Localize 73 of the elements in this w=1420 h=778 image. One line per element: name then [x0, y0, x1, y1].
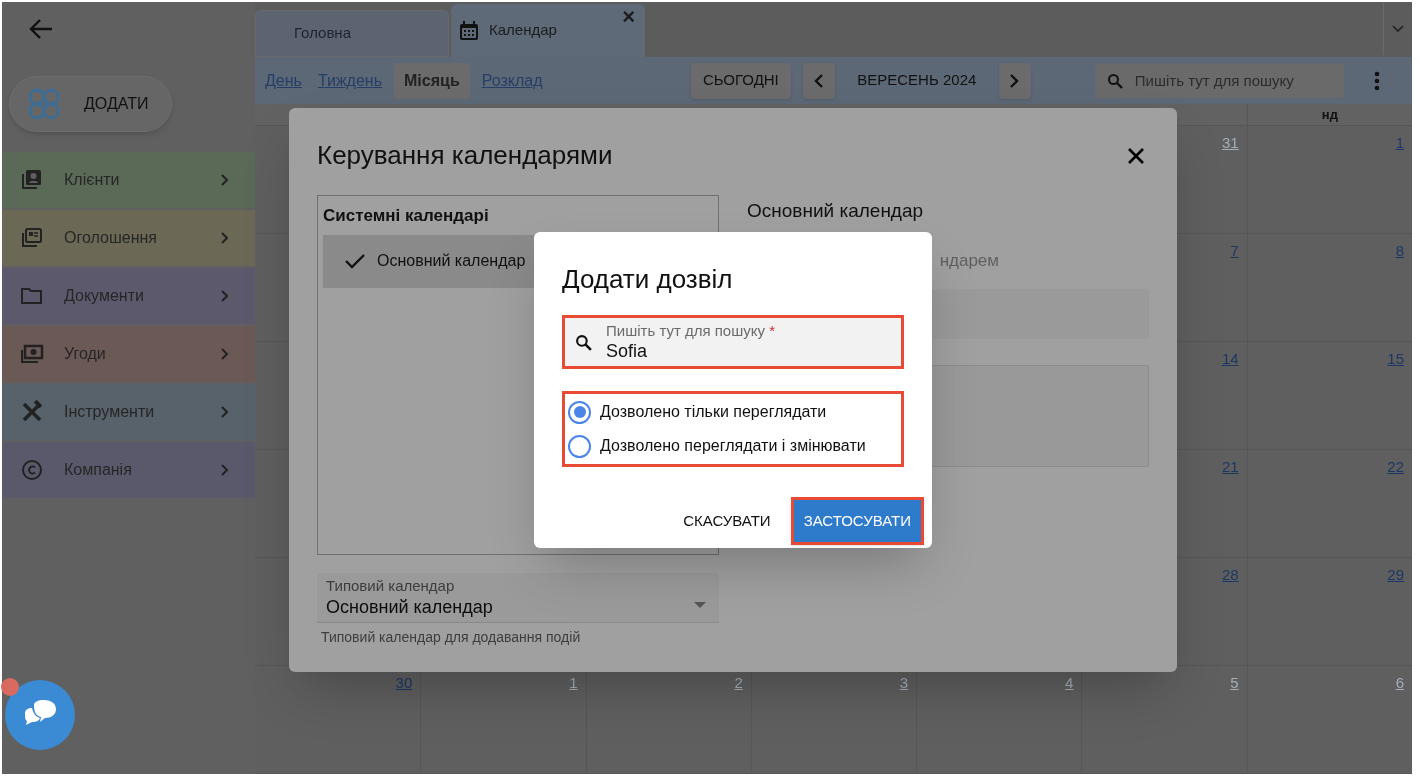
date-link[interactable]: 4: [1065, 672, 1074, 695]
sidebar-item[interactable]: Угоди: [2, 326, 255, 382]
contact-card-icon: [20, 168, 44, 192]
view-tab[interactable]: Тиждень: [313, 62, 387, 99]
default-calendar-select[interactable]: Типовий календар Основний календар: [317, 573, 719, 623]
close-tab-button[interactable]: ×: [622, 6, 635, 28]
dialog-title: Керування календарями: [317, 139, 613, 172]
chevron-down-icon: [1392, 24, 1404, 33]
chevron-right-icon: [221, 406, 229, 418]
description-text: ндарем: [939, 249, 999, 272]
apply-button[interactable]: ЗАСТОСУВАТИ: [790, 497, 924, 545]
date-link[interactable]: 30: [395, 672, 413, 695]
chevron-left-icon: [814, 73, 824, 88]
today-button[interactable]: СЬОГОДНІ: [691, 62, 791, 99]
date-link[interactable]: 6: [1395, 672, 1404, 695]
option-label[interactable]: Дозволено тільки переглядати: [600, 400, 827, 424]
helper-text: Типовий календар для додавання подій: [321, 628, 582, 647]
date-link[interactable]: 28: [1222, 564, 1239, 587]
radio-button[interactable]: [568, 434, 591, 458]
cancel-button[interactable]: СКАСУВАТИ: [675, 501, 779, 541]
sidebar-item[interactable]: Компанія: [2, 442, 255, 498]
tools-icon: [20, 400, 44, 424]
view-tab[interactable]: Розклад: [477, 62, 547, 99]
option-label[interactable]: Дозволено переглядати і змінювати: [600, 434, 866, 458]
chevron-right-icon: [221, 348, 229, 360]
close-icon[interactable]: [1127, 146, 1145, 165]
date-link[interactable]: 21: [1222, 456, 1239, 479]
date-link[interactable]: 1: [569, 672, 578, 695]
date-link[interactable]: 2: [734, 672, 743, 695]
date-link[interactable]: 15: [1387, 348, 1404, 371]
sidebar-item[interactable]: Інструменти: [2, 384, 255, 440]
date-link[interactable]: 1: [1395, 132, 1404, 155]
date-link[interactable]: 14: [1222, 348, 1239, 371]
search-field[interactable]: Пишіть тут для пошуку: [1094, 63, 1344, 98]
view-tab[interactable]: Місяць: [394, 62, 470, 99]
sidebar-item[interactable]: Клієнти: [2, 152, 255, 208]
view-tab[interactable]: День: [261, 62, 306, 99]
chevron-right-icon: [221, 290, 229, 302]
sidebar-item[interactable]: Документи: [2, 268, 255, 324]
previous-button[interactable]: [802, 62, 835, 99]
list-heading: Системні календарі: [323, 205, 490, 227]
user-search-field[interactable]: Пишіть тут для пошуку * Sofia: [562, 315, 904, 369]
date-link[interactable]: 3: [899, 672, 909, 695]
knot-logo-icon: [26, 86, 62, 122]
chevron-right-icon: [221, 464, 229, 476]
calendar-icon: [459, 20, 479, 41]
date-link[interactable]: 29: [1387, 564, 1404, 587]
tab[interactable]: Календар ×: [451, 4, 645, 57]
search-icon: [575, 333, 592, 351]
chevron-right-icon: [221, 174, 229, 186]
search-icon: [1106, 72, 1123, 89]
copyright-icon: [20, 458, 44, 482]
date-link[interactable]: 5: [1230, 672, 1239, 695]
calendar-name: Основний календар: [747, 199, 925, 223]
date-link[interactable]: 7: [1230, 240, 1239, 263]
period-label: ВЕРЕСЕНЬ 2024: [856, 70, 978, 91]
sidebar-item[interactable]: Оголошення: [2, 210, 255, 266]
banknote-icon: [20, 342, 44, 366]
date-link[interactable]: 22: [1387, 456, 1404, 479]
chevron-right-icon: [1010, 73, 1020, 88]
back-arrow-icon[interactable]: [29, 18, 53, 40]
next-button[interactable]: [998, 62, 1031, 99]
more-options-icon[interactable]: [1373, 70, 1380, 91]
add-button[interactable]: ДОДАТИ: [9, 76, 172, 132]
id-card-icon: [20, 226, 44, 250]
checkmark-icon: [345, 253, 365, 269]
weekday-header: нд: [1321, 105, 1338, 124]
date-link[interactable]: 31: [1222, 132, 1239, 155]
tab[interactable]: Головна: [255, 10, 449, 57]
chevron-right-icon: [221, 232, 229, 244]
date-link[interactable]: 8: [1395, 240, 1404, 263]
dropdown-caret-icon: [694, 602, 706, 608]
radio-button[interactable]: [568, 400, 591, 424]
